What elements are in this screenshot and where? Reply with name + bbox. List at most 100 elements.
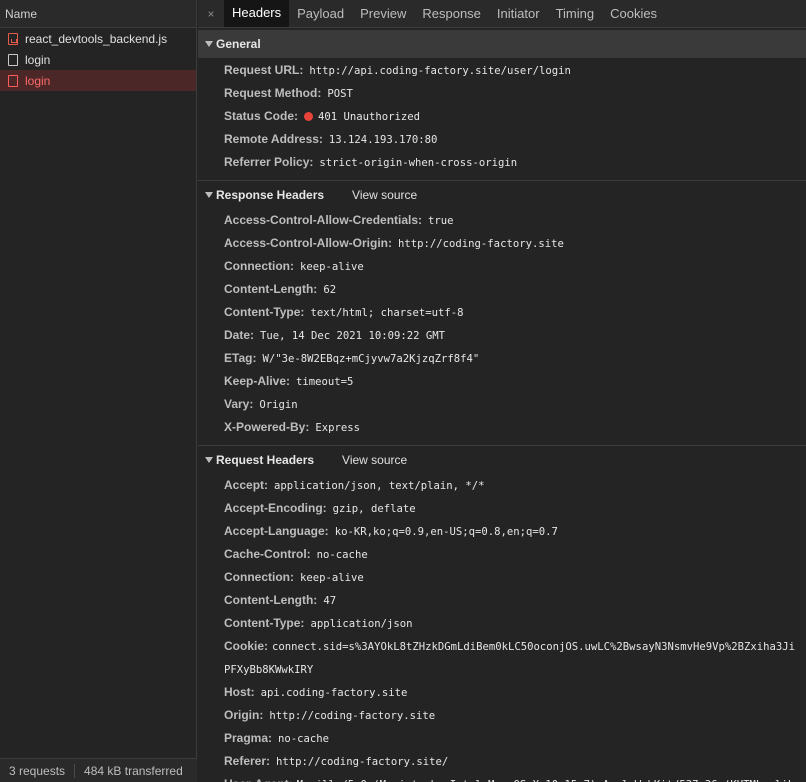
header-value: 62 bbox=[323, 284, 337, 296]
section-title: Request Headers bbox=[216, 453, 315, 467]
header-value: Express bbox=[315, 422, 361, 434]
request-row-login-selected[interactable]: login bbox=[0, 70, 196, 91]
header-row: Origin: http://coding-factory.site bbox=[198, 704, 806, 727]
header-value: http://coding-factory.site bbox=[269, 710, 436, 722]
general-section: Request URL: http://api.coding-factory.s… bbox=[198, 58, 806, 174]
header-key: Connection: bbox=[224, 259, 294, 273]
header-row: Remote Address: 13.124.193.170:80 bbox=[198, 128, 806, 151]
header-key: Accept-Language: bbox=[224, 524, 329, 538]
details-tab-bar: × Headers Payload Preview Response Initi… bbox=[198, 0, 806, 28]
header-value: POST bbox=[327, 88, 353, 100]
status-bar: 3 requests 484 kB transferred bbox=[0, 758, 197, 782]
header-key: Cache-Control: bbox=[224, 547, 311, 561]
header-value: 47 bbox=[323, 595, 337, 607]
name-column-header[interactable]: Name bbox=[0, 0, 196, 28]
header-row: Host: api.coding-factory.site bbox=[198, 681, 806, 704]
error-document-icon bbox=[8, 74, 18, 87]
response-headers-section-header[interactable]: Response Headers View source bbox=[198, 181, 806, 209]
request-name: login bbox=[25, 52, 51, 67]
header-value: text/html; charset=utf-8 bbox=[310, 307, 464, 319]
header-key: Origin: bbox=[224, 708, 264, 722]
header-key: Accept-Encoding: bbox=[224, 501, 327, 515]
request-headers-section: Accept: application/json, text/plain, */*… bbox=[198, 474, 806, 782]
header-key: Vary: bbox=[224, 397, 254, 411]
header-key: ETag: bbox=[224, 351, 257, 365]
tab-initiator[interactable]: Initiator bbox=[489, 0, 548, 27]
expand-triangle-icon bbox=[205, 41, 213, 47]
header-value: keep-alive bbox=[300, 261, 364, 273]
header-row: User-Agent:Mozilla/5.0 (Macintosh; Intel… bbox=[198, 773, 806, 782]
transferred-size: 484 kB transferred bbox=[84, 763, 183, 778]
header-key: Content-Length: bbox=[224, 282, 318, 296]
header-value: connect.sid=s%3AYOkL8tZHzkDGmLdiBem0kLC5… bbox=[224, 641, 796, 676]
header-row: Access-Control-Allow-Credentials: true bbox=[198, 209, 806, 232]
header-value: http://coding-factory.site bbox=[398, 238, 564, 250]
header-key: Remote Address: bbox=[224, 132, 323, 146]
header-key: Content-Type: bbox=[224, 616, 305, 630]
header-key: Referer: bbox=[224, 754, 271, 768]
js-file-icon bbox=[8, 32, 18, 45]
header-value: no-cache bbox=[316, 549, 368, 561]
request-view-source-link[interactable]: View source bbox=[342, 453, 407, 467]
header-key: Keep-Alive: bbox=[224, 374, 291, 388]
header-value: application/json, text/plain, */* bbox=[274, 480, 485, 492]
request-details-panel: × Headers Payload Preview Response Initi… bbox=[198, 0, 806, 782]
header-key: Access-Control-Allow-Credentials: bbox=[224, 213, 423, 227]
header-row: Accept-Encoding: gzip, deflate bbox=[198, 497, 806, 520]
request-name: login bbox=[25, 73, 51, 88]
header-row: Status Code: 401 Unauthorized bbox=[198, 105, 806, 128]
close-icon[interactable]: × bbox=[198, 0, 224, 27]
header-row: Referer: http://coding-factory.site/ bbox=[198, 750, 806, 773]
header-value: ko-KR,ko;q=0.9,en-US;q=0.8,en;q=0.7 bbox=[334, 526, 558, 538]
header-key: Connection: bbox=[224, 570, 294, 584]
header-key: Access-Control-Allow-Origin: bbox=[224, 236, 393, 250]
status-error-dot-icon bbox=[304, 112, 314, 121]
request-list-panel: Name react_devtools_backend.js login log… bbox=[0, 0, 197, 782]
header-row: Content-Length: 47 bbox=[198, 589, 806, 612]
tab-timing[interactable]: Timing bbox=[548, 0, 603, 27]
header-key: Host: bbox=[224, 685, 255, 699]
tab-response[interactable]: Response bbox=[414, 0, 489, 27]
header-row: X-Powered-By: Express bbox=[198, 416, 806, 439]
tab-payload[interactable]: Payload bbox=[289, 0, 352, 27]
header-value: no-cache bbox=[278, 733, 330, 745]
header-key: Date: bbox=[224, 328, 255, 342]
header-key: Status Code: bbox=[224, 109, 299, 123]
header-value: Tue, 14 Dec 2021 10:09:22 GMT bbox=[260, 330, 445, 342]
request-row-react-devtools[interactable]: react_devtools_backend.js bbox=[0, 28, 196, 49]
header-row: Content-Length: 62 bbox=[198, 278, 806, 301]
header-row: Accept-Language: ko-KR,ko;q=0.9,en-US;q=0… bbox=[198, 520, 806, 543]
response-view-source-link[interactable]: View source bbox=[352, 188, 417, 202]
header-row: Vary: Origin bbox=[198, 393, 806, 416]
header-key: X-Powered-By: bbox=[224, 420, 310, 434]
header-key: Content-Length: bbox=[224, 593, 318, 607]
expand-triangle-icon bbox=[205, 192, 213, 198]
header-row: Date: Tue, 14 Dec 2021 10:09:22 GMT bbox=[198, 324, 806, 347]
tab-preview[interactable]: Preview bbox=[352, 0, 414, 27]
header-value: true bbox=[428, 215, 454, 227]
status-code-value: 401 Unauthorized bbox=[304, 106, 420, 128]
tab-headers[interactable]: Headers bbox=[224, 0, 290, 27]
header-row: ETag: W/"3e-8W2EBqz+mCjyvw7a2KjzqZrf8f4" bbox=[198, 347, 806, 370]
header-row: Accept: application/json, text/plain, */* bbox=[198, 474, 806, 497]
header-key: Content-Type: bbox=[224, 305, 305, 319]
header-value: strict-origin-when-cross-origin bbox=[319, 157, 518, 169]
header-row: Access-Control-Allow-Origin: http://codin… bbox=[198, 232, 806, 255]
header-value: http://coding-factory.site/ bbox=[276, 756, 449, 768]
header-key: User-Agent: bbox=[224, 777, 293, 782]
request-count: 3 requests bbox=[9, 763, 66, 778]
request-row-login[interactable]: login bbox=[0, 49, 196, 70]
section-title: General bbox=[216, 37, 261, 51]
header-row: Content-Type: application/json bbox=[198, 612, 806, 635]
header-key: Pragma: bbox=[224, 731, 273, 745]
header-row: Content-Type: text/html; charset=utf-8 bbox=[198, 301, 806, 324]
header-row: Connection: keep-alive bbox=[198, 255, 806, 278]
header-value: http://api.coding-factory.site/user/logi… bbox=[309, 65, 571, 77]
general-section-header[interactable]: General bbox=[198, 30, 806, 58]
header-key: Accept: bbox=[224, 478, 269, 492]
header-key: Request Method: bbox=[224, 86, 322, 100]
tab-cookies[interactable]: Cookies bbox=[602, 0, 665, 27]
request-headers-section-header[interactable]: Request Headers View source bbox=[198, 446, 806, 474]
response-headers-section: Access-Control-Allow-Credentials: true Acc… bbox=[198, 209, 806, 439]
header-value: timeout=5 bbox=[296, 376, 354, 388]
